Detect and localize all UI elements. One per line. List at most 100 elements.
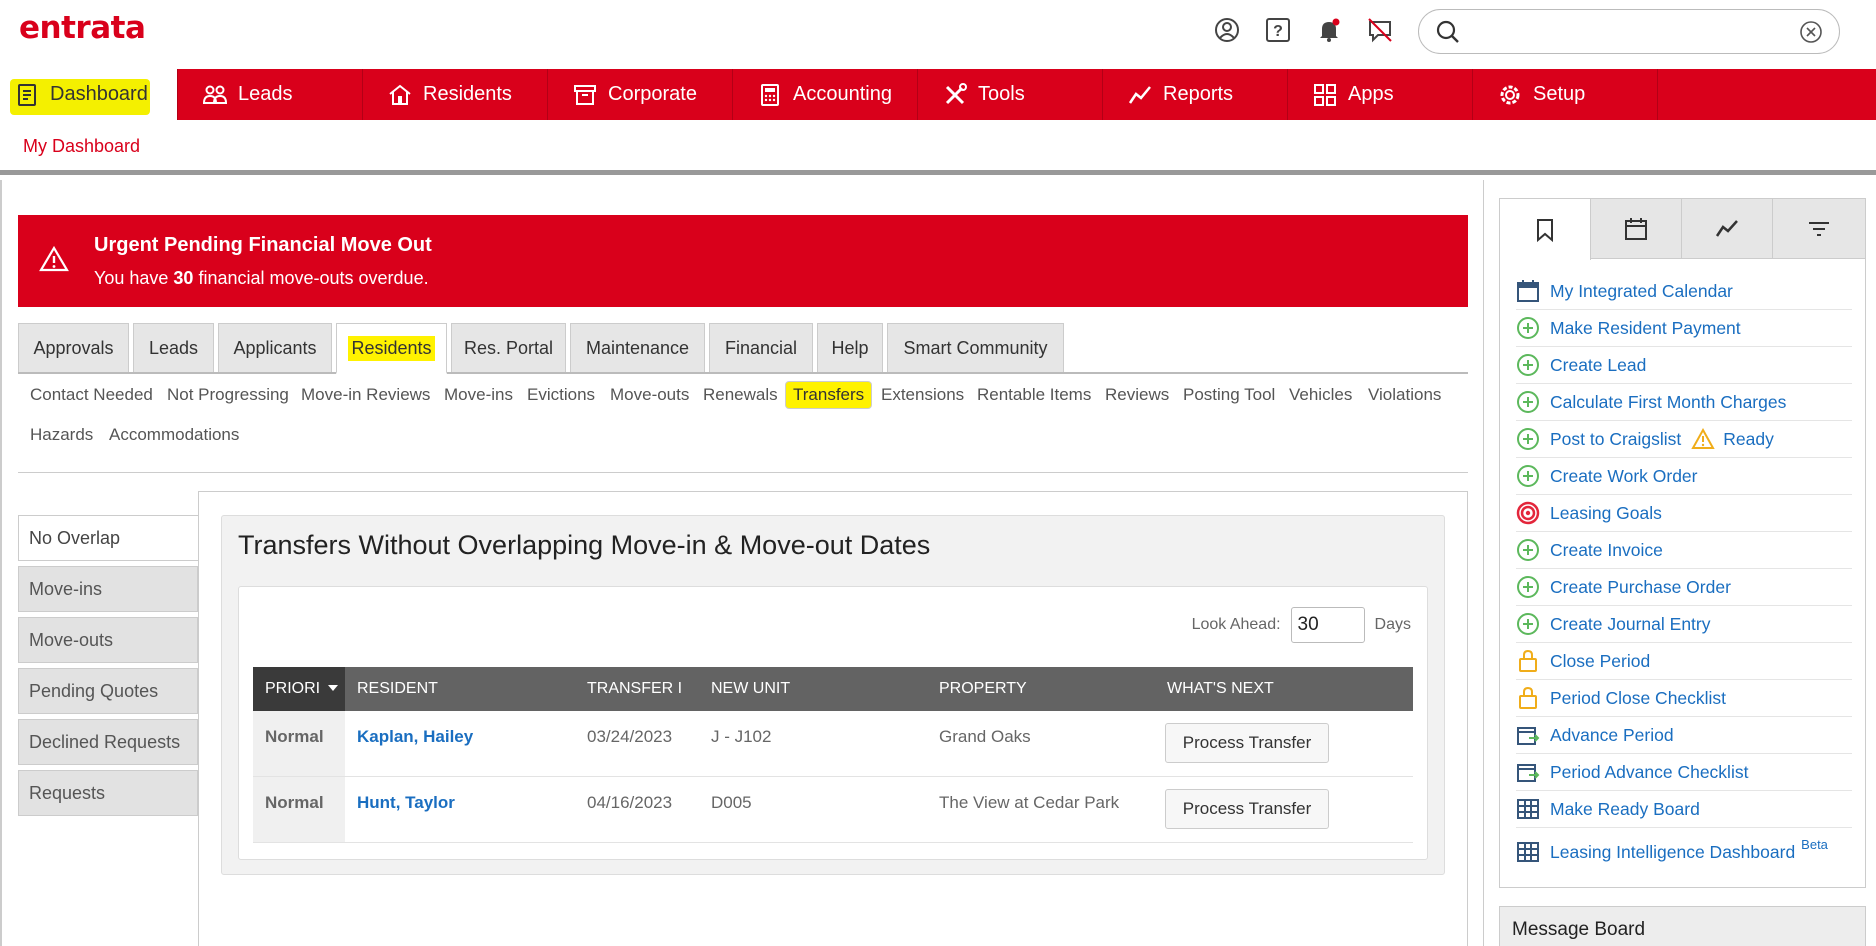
side-declined-requests[interactable]: Declined Requests bbox=[18, 719, 198, 765]
tab-approvals[interactable]: Approvals bbox=[18, 323, 129, 372]
transfers-card: Transfers Without Overlapping Move-in & … bbox=[221, 515, 1445, 875]
header-resident[interactable]: RESIDENT bbox=[357, 680, 438, 698]
nav-corporate[interactable]: Corporate bbox=[548, 69, 733, 120]
quick-link-leasing-goals[interactable]: Leasing Goals bbox=[1516, 495, 1852, 532]
grid-icon bbox=[1517, 842, 1539, 862]
side-move-outs[interactable]: Move-outs bbox=[18, 617, 198, 663]
quick-link-period-advance-checklist[interactable]: Period Advance Checklist bbox=[1516, 754, 1852, 791]
quick-link-period-close-checklist[interactable]: Period Close Checklist bbox=[1516, 680, 1852, 717]
subtab-hazards[interactable]: Hazards bbox=[30, 425, 93, 445]
side-pending-quotes[interactable]: Pending Quotes bbox=[18, 668, 198, 714]
alert-title: Urgent Pending Financial Move Out bbox=[94, 234, 432, 256]
quick-link-post-to-craigslist[interactable]: Post to Craigslist Ready bbox=[1516, 421, 1852, 458]
quick-link-create-invoice[interactable]: Create Invoice bbox=[1516, 532, 1852, 569]
people-icon bbox=[202, 85, 228, 104]
quick-link-advance-period[interactable]: Advance Period bbox=[1516, 717, 1852, 754]
help-icon[interactable]: ? bbox=[1263, 15, 1293, 45]
nav-tools-label: Tools bbox=[978, 83, 1025, 105]
subtab-move-ins[interactable]: Move-ins bbox=[444, 385, 513, 405]
tab-leads[interactable]: Leads bbox=[133, 323, 214, 372]
nav-accounting[interactable]: Accounting bbox=[733, 69, 918, 120]
tab-filter[interactable] bbox=[1773, 199, 1864, 259]
subtab-not-progressing[interactable]: Not Progressing bbox=[167, 385, 289, 405]
nav-tools[interactable]: Tools bbox=[918, 69, 1103, 120]
header-property[interactable]: PROPERTY bbox=[939, 680, 1027, 698]
quick-link-create-lead[interactable]: Create Lead bbox=[1516, 347, 1852, 384]
subtab-evictions[interactable]: Evictions bbox=[527, 385, 595, 405]
plus-circle-icon bbox=[1517, 539, 1539, 561]
subtab-renewals[interactable]: Renewals bbox=[703, 385, 778, 405]
nav-setup[interactable]: Setup bbox=[1473, 69, 1658, 120]
tab-trends[interactable] bbox=[1682, 199, 1773, 259]
dashboard-content: Urgent Pending Financial Move Out You ha… bbox=[0, 180, 1484, 946]
tab-maintenance[interactable]: Maintenance bbox=[570, 323, 705, 372]
clear-search-icon[interactable] bbox=[1799, 20, 1823, 44]
subtab-contact-needed[interactable]: Contact Needed bbox=[30, 385, 153, 405]
message-board-header[interactable]: Message Board bbox=[1499, 906, 1866, 946]
tab-financial[interactable]: Financial bbox=[709, 323, 813, 372]
tab-calendar[interactable] bbox=[1591, 199, 1682, 259]
process-transfer-button[interactable]: Process Transfer bbox=[1165, 789, 1329, 829]
gear-icon bbox=[1500, 85, 1520, 104]
dashboard-icon bbox=[18, 83, 36, 106]
tab-bookmarks[interactable] bbox=[1500, 199, 1591, 260]
quick-link-close-period[interactable]: Close Period bbox=[1516, 643, 1852, 680]
header-priority[interactable]: PRIORI bbox=[265, 680, 329, 698]
side-no-overlap[interactable]: No Overlap bbox=[18, 515, 198, 561]
search-input[interactable] bbox=[1473, 18, 1783, 46]
quick-link-calculate-first-month[interactable]: Calculate First Month Charges bbox=[1516, 384, 1852, 421]
sort-down-icon[interactable] bbox=[328, 685, 338, 693]
subtab-extensions[interactable]: Extensions bbox=[881, 385, 964, 405]
header-whats-next[interactable]: WHAT'S NEXT bbox=[1167, 680, 1274, 698]
side-move-ins[interactable]: Move-ins bbox=[18, 566, 198, 612]
user-circle-icon[interactable] bbox=[1212, 15, 1242, 45]
urgent-alert[interactable]: Urgent Pending Financial Move Out You ha… bbox=[18, 215, 1468, 307]
archive-icon bbox=[574, 84, 596, 105]
subtab-accommodations[interactable]: Accommodations bbox=[109, 425, 239, 445]
tab-smart-community[interactable]: Smart Community bbox=[887, 323, 1064, 372]
quick-link-create-work-order[interactable]: Create Work Order bbox=[1516, 458, 1852, 495]
quick-link-make-ready-board[interactable]: Make Ready Board bbox=[1516, 791, 1852, 828]
subtab-move-outs[interactable]: Move-outs bbox=[610, 385, 689, 405]
process-transfer-button[interactable]: Process Transfer bbox=[1165, 723, 1329, 763]
row-transfer-date: 03/24/2023 bbox=[587, 727, 673, 746]
subtab-transfers[interactable]: Transfers bbox=[785, 381, 873, 409]
nav-apps[interactable]: Apps bbox=[1288, 69, 1473, 120]
nav-reports[interactable]: Reports bbox=[1103, 69, 1288, 120]
nav-residents[interactable]: Residents bbox=[363, 69, 548, 120]
quick-link-create-purchase-order[interactable]: Create Purchase Order bbox=[1516, 569, 1852, 606]
subtab-rentable-items[interactable]: Rentable Items bbox=[977, 385, 1091, 405]
subtab-reviews[interactable]: Reviews bbox=[1105, 385, 1169, 405]
nav-leads[interactable]: Leads bbox=[178, 69, 363, 120]
tab-applicants[interactable]: Applicants bbox=[218, 323, 332, 372]
side-requests[interactable]: Requests bbox=[18, 770, 198, 816]
calendar-icon bbox=[1517, 280, 1539, 302]
tab-residents[interactable]: Residents bbox=[336, 323, 447, 374]
header-transfer-date[interactable]: TRANSFER I bbox=[587, 680, 689, 698]
quick-link-integrated-calendar[interactable]: My Integrated Calendar bbox=[1516, 273, 1852, 310]
quick-link-make-resident-payment[interactable]: Make Resident Payment bbox=[1516, 310, 1852, 347]
row-resident-link[interactable]: Kaplan, Hailey bbox=[357, 727, 473, 747]
entrata-logo[interactable]: entrata bbox=[19, 10, 146, 46]
filter-icon bbox=[1808, 222, 1829, 236]
tab-help[interactable]: Help bbox=[817, 323, 883, 372]
subtab-vehicles[interactable]: Vehicles bbox=[1289, 385, 1352, 405]
nav-dashboard[interactable]: Dashboard bbox=[0, 69, 178, 120]
my-dashboard-link[interactable]: My Dashboard bbox=[23, 136, 140, 157]
chat-off-icon[interactable] bbox=[1365, 15, 1395, 45]
alert-count: 30 bbox=[173, 268, 194, 288]
quick-link-leasing-intelligence[interactable]: Leasing Intelligence Dashboard Beta bbox=[1516, 828, 1852, 876]
row-new-unit: J - J102 bbox=[711, 727, 772, 746]
header-new-unit[interactable]: NEW UNIT bbox=[711, 680, 790, 698]
bell-icon[interactable] bbox=[1314, 15, 1344, 45]
tab-res-portal[interactable]: Res. Portal bbox=[451, 323, 566, 372]
subtab-move-in-reviews[interactable]: Move-in Reviews bbox=[301, 385, 430, 405]
table-row: Normal Hunt, Taylor 04/16/2023 D005 The … bbox=[253, 777, 1413, 843]
quick-link-create-journal-entry[interactable]: Create Journal Entry bbox=[1516, 606, 1852, 643]
nav-dashboard-label: Dashboard bbox=[50, 83, 148, 105]
look-ahead-input[interactable] bbox=[1290, 607, 1365, 643]
row-resident-link[interactable]: Hunt, Taylor bbox=[357, 793, 455, 813]
subtab-posting-tool[interactable]: Posting Tool bbox=[1183, 385, 1275, 405]
subtab-violations[interactable]: Violations bbox=[1368, 385, 1441, 405]
row-property: The View at Cedar Park bbox=[939, 793, 1120, 812]
